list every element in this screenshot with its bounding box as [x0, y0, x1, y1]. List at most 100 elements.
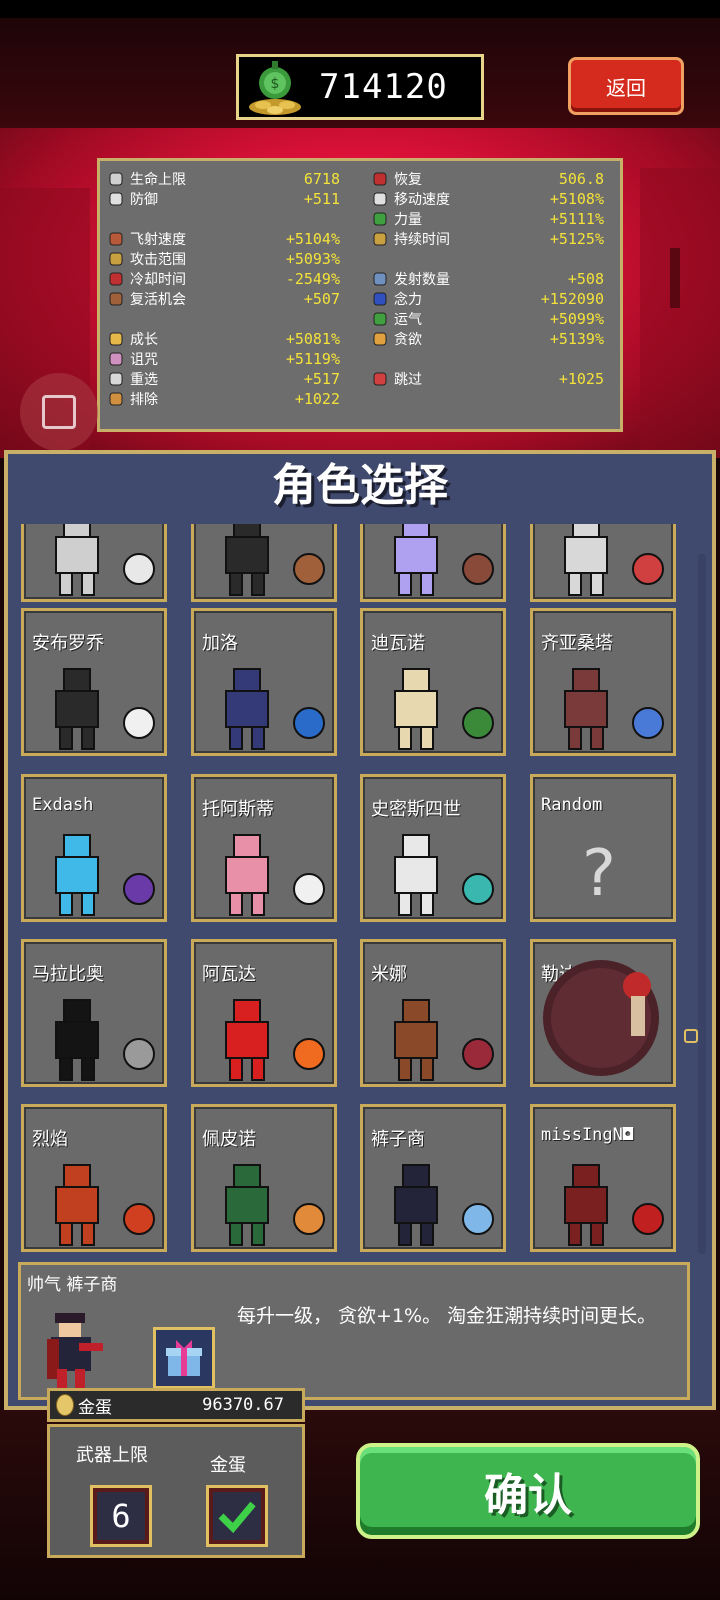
- red-skull-icon: [457, 1034, 499, 1078]
- stat-value: +5139%: [549, 330, 604, 348]
- character-card[interactable]: 佩皮诺: [191, 1104, 337, 1252]
- stat-name: 复活机会: [130, 292, 186, 308]
- stat-name: 重选: [130, 372, 158, 388]
- white-dove-icon: [288, 869, 330, 913]
- purple-bird-icon: [118, 869, 160, 913]
- stat-row: 排除 +1022: [108, 389, 340, 409]
- magnet-orb-icon: [372, 291, 388, 307]
- stat-value: +5125%: [549, 230, 604, 248]
- scroll-handle[interactable]: [684, 1029, 698, 1043]
- gold-egg-icon: [56, 1394, 74, 1416]
- blue-wand-icon: [288, 703, 330, 747]
- stat-name: 移动速度: [394, 192, 450, 208]
- stat-row: 运气 +5099%: [372, 309, 604, 329]
- character-sprite: [377, 1159, 459, 1251]
- stat-row: 移动速度 +5108%: [372, 189, 604, 209]
- stat-name: 念力: [394, 292, 422, 308]
- character-sprite: [208, 829, 290, 921]
- character-sprite: [208, 994, 290, 1086]
- options-panel: 武器上限 6 金蛋: [47, 1424, 305, 1558]
- character-card[interactable]: 史密斯四世: [360, 774, 506, 922]
- character-name: 史密斯四世: [371, 799, 461, 820]
- glitch-icon: [627, 1199, 669, 1243]
- duration-icon: [372, 231, 388, 247]
- wheel-icon: [457, 549, 499, 593]
- character-card[interactable]: [191, 524, 337, 602]
- character-name: Random: [541, 795, 603, 815]
- confirm-button[interactable]: 确认: [356, 1443, 700, 1539]
- orange-ball-icon: [288, 1199, 330, 1243]
- stat-row: 持续时间 +5125%: [372, 229, 604, 249]
- character-card[interactable]: 米娜: [360, 939, 506, 1087]
- stat-value: +507: [303, 290, 340, 308]
- back-button[interactable]: 返回: [568, 57, 684, 115]
- scrollbar-thumb[interactable]: [698, 554, 706, 1254]
- growth-icon: [108, 331, 124, 347]
- weapon-limit-button[interactable]: 6: [90, 1485, 152, 1547]
- character-card[interactable]: 勒达: [530, 939, 676, 1087]
- stat-row: 力量 +5111%: [372, 209, 604, 229]
- cherry-bomb-icon: [288, 549, 330, 593]
- character-sprite: [38, 1159, 120, 1251]
- stat-value: +508: [567, 270, 604, 288]
- stats-panel: 生命上限 6718 防御 +511 飞射速度 +5104% 攻击范围 +5093% 冷却时间 -2…: [97, 158, 623, 432]
- flower-icon: [627, 549, 669, 593]
- stat-row: 重选 +517: [108, 369, 340, 389]
- character-sprite: [377, 994, 459, 1086]
- character-sprite: [547, 663, 629, 755]
- character-card[interactable]: [21, 524, 167, 602]
- stat-name: 排除: [130, 392, 158, 408]
- character-card[interactable]: 裤子商: [360, 1104, 506, 1252]
- stat-value: +5093%: [285, 250, 340, 268]
- character-sprite: [208, 524, 290, 601]
- area-icon: [108, 251, 124, 267]
- stat-value: 506.8: [558, 170, 604, 188]
- character-card[interactable]: [530, 524, 676, 602]
- character-name: Exdash: [32, 795, 94, 815]
- character-card[interactable]: missIngN◘: [530, 1104, 676, 1252]
- character-description: 帅气 裤子商 每升一级， 贪欲+1%。 淘金狂潮持续时间更长。: [18, 1262, 690, 1400]
- skip-icon: [372, 371, 388, 387]
- gold-egg-value: 96370.67: [202, 1395, 284, 1415]
- stat-row: 复活机会 +507: [108, 289, 340, 309]
- projectile-speed-icon: [108, 231, 124, 247]
- character-card[interactable]: 烈焰: [21, 1104, 167, 1252]
- character-card[interactable]: Random?: [530, 774, 676, 922]
- gold-egg-checkbox[interactable]: [206, 1485, 268, 1547]
- character-card[interactable]: [360, 524, 506, 602]
- character-card[interactable]: 马拉比奥: [21, 939, 167, 1087]
- banish-icon: [108, 391, 124, 407]
- amount-icon: [372, 271, 388, 287]
- stat-value: +517: [303, 370, 340, 388]
- character-sprite: [547, 524, 629, 601]
- stat-value: +1022: [294, 390, 340, 408]
- svg-text:$: $: [271, 76, 280, 92]
- checkmark-icon: [213, 1492, 261, 1540]
- fireball-icon: [288, 1034, 330, 1078]
- character-card[interactable]: 托阿斯蒂: [191, 774, 337, 922]
- character-name: 裤子商: [371, 1129, 425, 1150]
- character-name: 安布罗乔: [32, 633, 104, 654]
- character-sprite: [38, 994, 120, 1086]
- character-sprite: [38, 663, 120, 755]
- character-card[interactable]: Exdash: [21, 774, 167, 922]
- heart-icon: [108, 171, 124, 187]
- character-card[interactable]: 加洛: [191, 608, 337, 756]
- character-card[interactable]: 齐亚桑塔: [530, 608, 676, 756]
- scrollbar[interactable]: [698, 554, 706, 1254]
- weapon-limit-value: 6: [97, 1492, 145, 1540]
- cooldown-icon: [108, 271, 124, 287]
- character-card[interactable]: 迪瓦诺: [360, 608, 506, 756]
- character-sprite: [208, 1159, 290, 1251]
- floating-overlay-button[interactable]: [20, 373, 98, 451]
- leaf-icon: [457, 703, 499, 747]
- character-sprite: [377, 524, 459, 601]
- stat-value: 6718: [303, 170, 340, 188]
- gold-egg-toggle-label: 金蛋: [210, 1455, 246, 1476]
- stat-row: 防御 +511: [108, 189, 340, 209]
- revival-icon: [108, 291, 124, 307]
- might-leaf-icon: [372, 211, 388, 227]
- character-card[interactable]: 阿瓦达: [191, 939, 337, 1087]
- greed-icon: [372, 331, 388, 347]
- character-card[interactable]: 安布罗乔: [21, 608, 167, 756]
